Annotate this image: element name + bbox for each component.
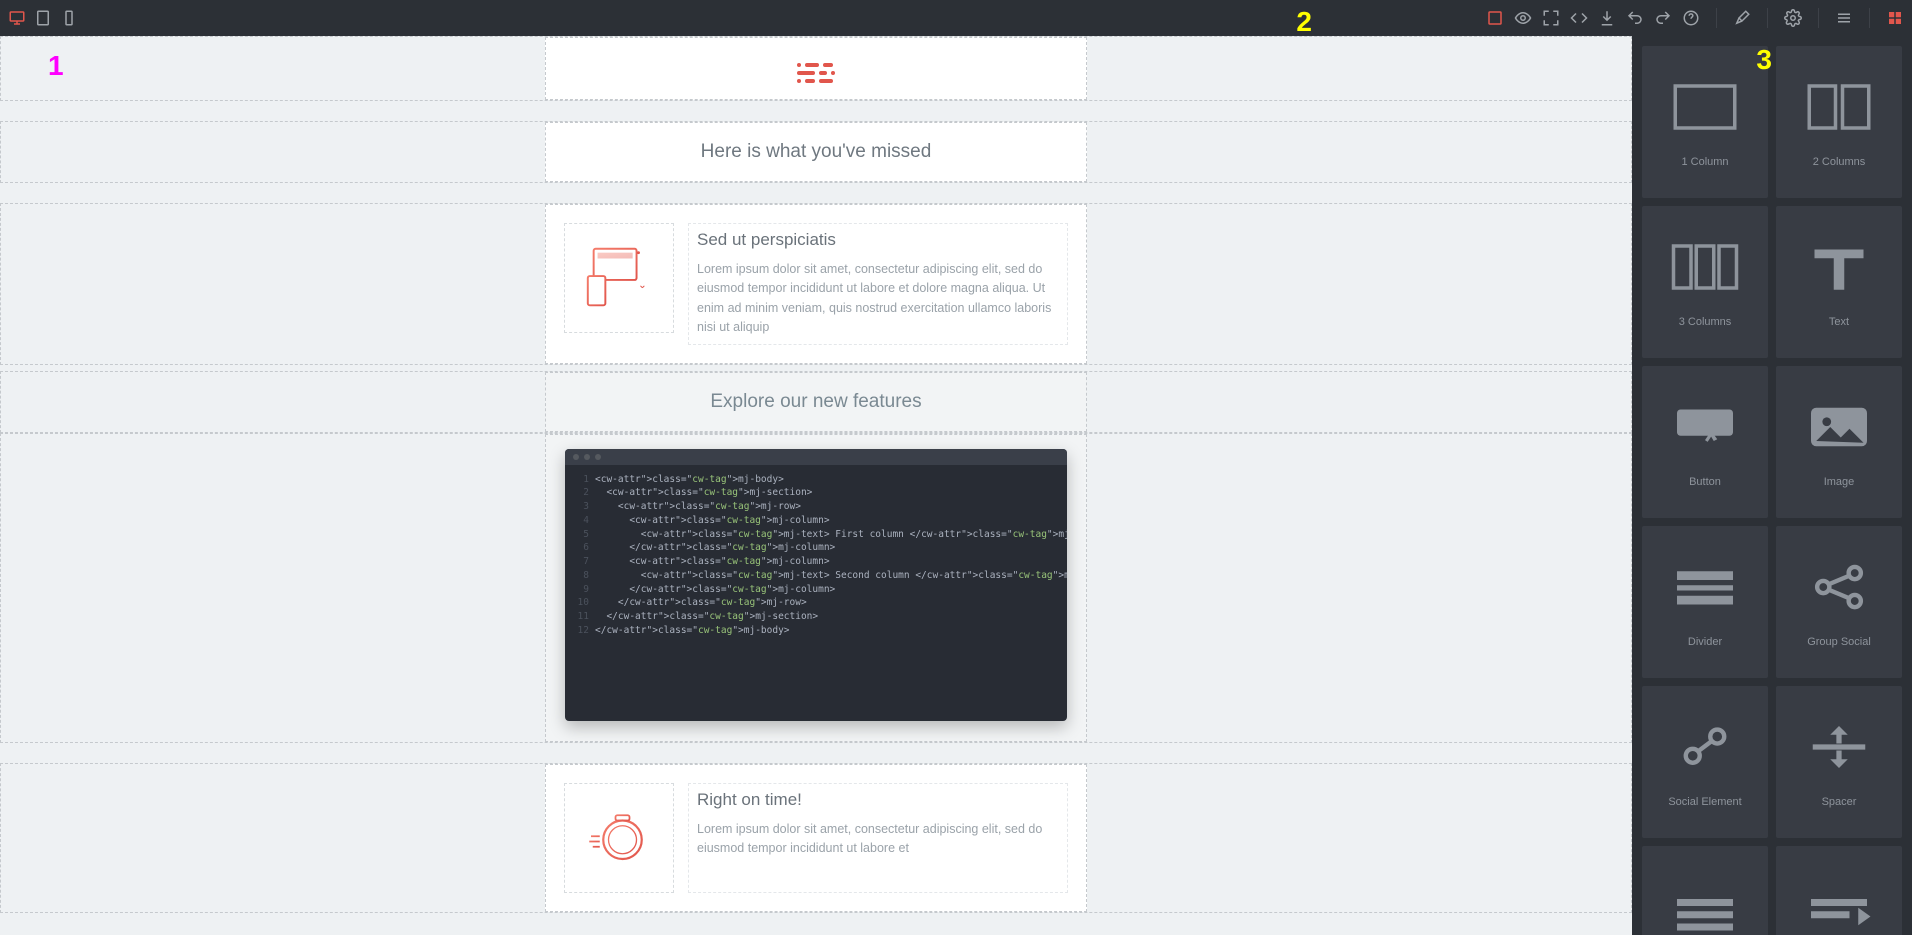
block-col1[interactable]: 1 Column bbox=[1642, 46, 1768, 198]
toolbar-separator bbox=[1716, 8, 1717, 28]
top-toolbar bbox=[0, 0, 1912, 36]
block-label: 1 Column bbox=[1681, 156, 1728, 168]
blocks-panel: 1 Column 2 Columns 3 Columns Text Button Imag… bbox=[1632, 36, 1912, 935]
social-icon bbox=[1670, 717, 1740, 782]
import-icon[interactable] bbox=[1598, 9, 1616, 27]
block-col2[interactable]: 2 Columns bbox=[1776, 46, 1902, 198]
text-icon bbox=[1804, 237, 1874, 302]
block-label: Text bbox=[1829, 316, 1849, 328]
code-icon[interactable] bbox=[1570, 9, 1588, 27]
block-social[interactable]: Social Element bbox=[1642, 686, 1768, 838]
canvas[interactable]: Here is what you've missed bbox=[0, 36, 1632, 935]
block-col3[interactable]: 3 Columns bbox=[1642, 206, 1768, 358]
card-2-text[interactable]: Right on time! Lorem ipsum dolor sit ame… bbox=[688, 783, 1068, 893]
code-left-pane: 1<cw-attr">class="cw-tag">mj-body>2 <cw-… bbox=[565, 465, 1067, 721]
card-1-text[interactable]: Sed ut perspiciatis Lorem ipsum dolor si… bbox=[688, 223, 1068, 345]
logo-block[interactable] bbox=[546, 38, 1086, 99]
block-image[interactable]: Image bbox=[1776, 366, 1902, 518]
toolbar-separator bbox=[1818, 8, 1819, 28]
navlink-icon bbox=[1804, 883, 1874, 935]
divider-icon bbox=[1670, 557, 1740, 622]
card-2-image[interactable] bbox=[564, 783, 674, 893]
card-1-body: Lorem ipsum dolor sit amet, consectetur … bbox=[697, 260, 1059, 338]
device-tablet-icon[interactable] bbox=[34, 9, 52, 27]
section-card-2[interactable]: Right on time! Lorem ipsum dolor sit ame… bbox=[0, 763, 1632, 913]
block-label: Group Social bbox=[1807, 636, 1871, 648]
subhead-text[interactable]: Here is what you've missed bbox=[546, 123, 1086, 181]
block-spacer[interactable]: Spacer bbox=[1776, 686, 1902, 838]
col1-icon bbox=[1670, 77, 1740, 142]
block-navbar[interactable] bbox=[1642, 846, 1768, 935]
block-gsocial[interactable]: Group Social bbox=[1776, 526, 1902, 678]
block-button[interactable]: Button bbox=[1642, 366, 1768, 518]
preview-icon[interactable] bbox=[1514, 9, 1532, 27]
block-divider[interactable]: Divider bbox=[1642, 526, 1768, 678]
navbar-icon bbox=[1670, 883, 1740, 935]
section-card-1[interactable]: Sed ut perspiciatis Lorem ipsum dolor si… bbox=[0, 203, 1632, 365]
block-label: Image bbox=[1824, 476, 1855, 488]
block-label: 3 Columns bbox=[1679, 316, 1732, 328]
gsocial-icon bbox=[1804, 557, 1874, 622]
block-label: Button bbox=[1689, 476, 1721, 488]
block-navlink[interactable] bbox=[1776, 846, 1902, 935]
block-label: Social Element bbox=[1668, 796, 1741, 808]
toolbar-separator bbox=[1767, 8, 1768, 28]
email-body[interactable]: Here is what you've missed bbox=[0, 36, 1632, 913]
col3-icon bbox=[1670, 237, 1740, 302]
block-text[interactable]: Text bbox=[1776, 206, 1902, 358]
section-code-image[interactable]: 1<cw-attr">class="cw-tag">mj-body>2 <cw-… bbox=[0, 433, 1632, 743]
outline-icon[interactable] bbox=[1486, 9, 1504, 27]
card-1-title: Sed ut perspiciatis bbox=[697, 230, 1059, 250]
section-logo[interactable] bbox=[0, 36, 1632, 101]
block-label: Spacer bbox=[1822, 796, 1857, 808]
settings-icon[interactable] bbox=[1784, 9, 1802, 27]
block-label: 2 Columns bbox=[1813, 156, 1866, 168]
watch-illustration-icon bbox=[584, 803, 654, 873]
fullscreen-icon[interactable] bbox=[1542, 9, 1560, 27]
explore-text[interactable]: Explore our new features bbox=[546, 373, 1086, 431]
image-icon bbox=[1804, 397, 1874, 462]
section-subhead[interactable]: Here is what you've missed bbox=[0, 121, 1632, 183]
blocks-icon[interactable] bbox=[1886, 9, 1904, 27]
code-window-image[interactable]: 1<cw-attr">class="cw-tag">mj-body>2 <cw-… bbox=[565, 449, 1067, 721]
help-icon[interactable] bbox=[1682, 9, 1700, 27]
undo-icon[interactable] bbox=[1626, 9, 1644, 27]
layers-icon[interactable] bbox=[1835, 9, 1853, 27]
redo-icon[interactable] bbox=[1654, 9, 1672, 27]
card-2-title: Right on time! bbox=[697, 790, 1059, 810]
card-1-image[interactable] bbox=[564, 223, 674, 333]
logo-icon bbox=[797, 54, 835, 71]
toolbar-separator bbox=[1869, 8, 1870, 28]
device-mobile-icon[interactable] bbox=[60, 9, 78, 27]
spacer-icon bbox=[1804, 717, 1874, 782]
annotation-3: 3 bbox=[1756, 44, 1772, 76]
col2-icon bbox=[1804, 77, 1874, 142]
annotation-2: 2 bbox=[1296, 6, 1312, 38]
brush-icon[interactable] bbox=[1733, 9, 1751, 27]
card-2-body: Lorem ipsum dolor sit amet, consectetur … bbox=[697, 820, 1059, 859]
block-label: Divider bbox=[1688, 636, 1722, 648]
device-desktop-icon[interactable] bbox=[8, 9, 26, 27]
annotation-1: 1 bbox=[48, 50, 64, 82]
section-explore[interactable]: Explore our new features bbox=[0, 371, 1632, 433]
button-icon bbox=[1670, 397, 1740, 462]
monitor-illustration-icon bbox=[580, 239, 658, 317]
